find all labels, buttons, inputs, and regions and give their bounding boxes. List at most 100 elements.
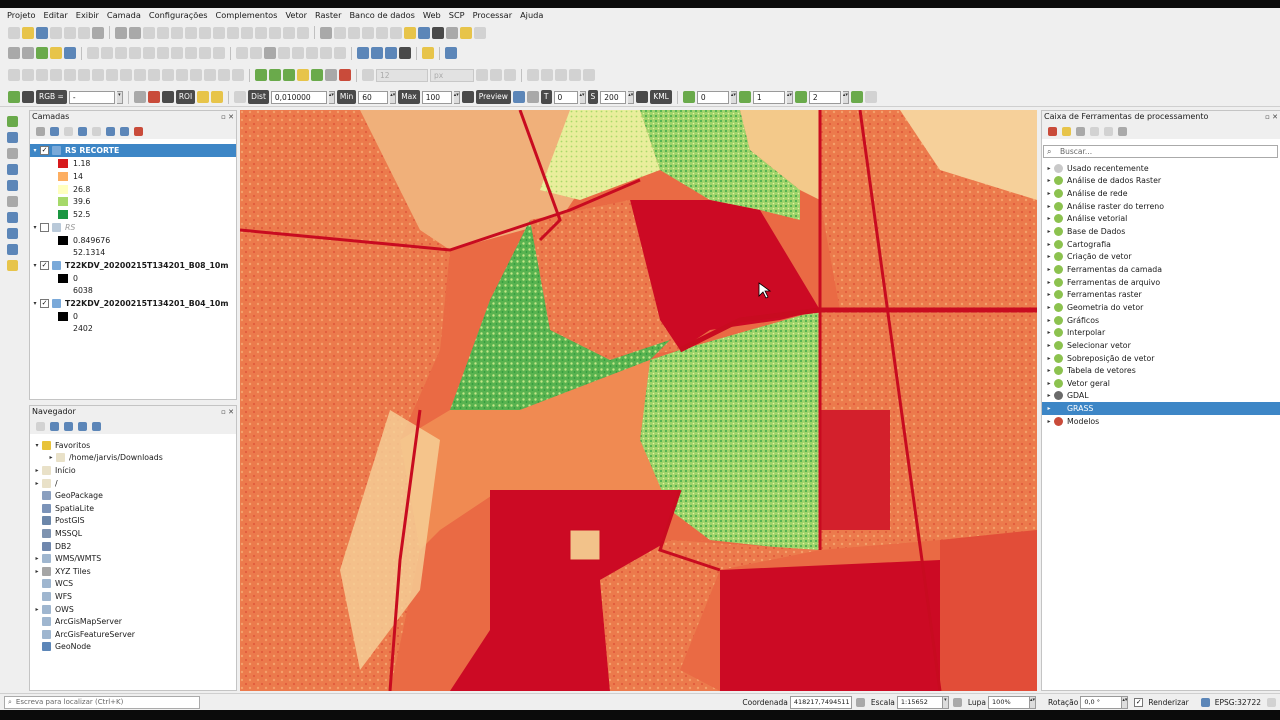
rgb-combo-arrow[interactable]: ▾ — [116, 90, 123, 104]
expand-arrow-icon[interactable]: ▸ — [1044, 392, 1054, 399]
collapse-all-icon[interactable] — [78, 421, 87, 431]
band-set-spin-1[interactable]: ▴▾ — [730, 90, 737, 104]
add-part-icon[interactable] — [106, 69, 118, 81]
add-group-icon[interactable] — [50, 126, 59, 136]
map-canvas[interactable] — [240, 110, 1037, 691]
add-wcs-icon[interactable] — [7, 228, 18, 239]
rotate-point-icon[interactable] — [232, 69, 244, 81]
toolbox-item[interactable]: ▸ Ferramentas da camada — [1042, 263, 1280, 276]
expand-arrow-icon[interactable]: ▸ — [1044, 177, 1054, 184]
toolbox-item[interactable]: ▸ Criação de vetor — [1042, 251, 1280, 264]
options-wrench-icon[interactable] — [1118, 126, 1127, 136]
vertex-tool-icon[interactable] — [129, 47, 141, 59]
add-wfs-icon[interactable] — [7, 244, 18, 255]
add-vector-layer-icon[interactable] — [7, 116, 18, 127]
settings-gear-icon[interactable] — [418, 26, 430, 39]
expand-arrow-icon[interactable]: ▸ — [1044, 266, 1054, 273]
size-input[interactable]: 200 — [600, 90, 627, 104]
toolbox-item[interactable]: ▸ Base de Dados — [1042, 225, 1280, 238]
split-features-icon[interactable] — [190, 69, 202, 81]
browser-item[interactable]: ▾ Favoritos — [30, 439, 236, 452]
toolbox-item[interactable]: ▸ Cartografia — [1042, 238, 1280, 251]
zoom-out-icon[interactable] — [157, 26, 169, 39]
edit-in-place-icon[interactable] — [1104, 126, 1113, 136]
roi-polygon-icon[interactable] — [211, 91, 224, 103]
toolbox-item[interactable]: ▸ GRASS — [1042, 402, 1280, 415]
delete-ring-icon[interactable] — [134, 69, 146, 81]
collapse-all-icon[interactable] — [120, 126, 129, 136]
browser-item[interactable]: SpatiaLite — [30, 502, 236, 515]
band-set-next-icon-3[interactable] — [850, 91, 863, 103]
expand-arrow-icon[interactable]: ▸ — [1044, 355, 1054, 362]
band-set-icon[interactable] — [682, 91, 695, 103]
field-calculator-icon[interactable] — [390, 26, 402, 39]
data-source-manager-icon[interactable] — [8, 47, 20, 59]
advanced-digitizing-icon[interactable] — [8, 69, 20, 81]
magnifier-field[interactable]: 100% — [988, 695, 1031, 709]
layer-b04[interactable]: ▾ ✓ T22KDV_20200215T134201_B04_10m — [30, 297, 236, 310]
help-icon[interactable] — [445, 47, 457, 59]
expand-arrow-icon[interactable]: ▸ — [1044, 418, 1054, 425]
toolbox-item[interactable]: ▸ Análise de dados Raster — [1042, 175, 1280, 188]
menu-complementos[interactable]: Complementos — [212, 10, 282, 20]
menu-exibir[interactable]: Exibir — [72, 10, 103, 20]
rotation-field[interactable]: 0,0 ° — [1080, 695, 1123, 709]
cut-features-icon[interactable] — [157, 47, 169, 59]
snap-centroid-icon[interactable] — [311, 69, 323, 81]
max-spin[interactable]: ▴▾ — [453, 90, 460, 104]
layout-manager-icon[interactable] — [78, 26, 90, 39]
trace-icon[interactable] — [504, 69, 516, 81]
dist-input[interactable]: 0,010000 — [270, 90, 327, 104]
paste-features-icon[interactable] — [185, 47, 197, 59]
transparency-spin[interactable]: ▴▾ — [579, 90, 586, 104]
band-set-input-3[interactable]: 2 — [808, 90, 841, 104]
crs-globe-icon[interactable] — [1200, 697, 1210, 707]
add-spatialite-icon[interactable] — [7, 164, 18, 175]
rotate-label-icon[interactable] — [306, 47, 318, 59]
pan-to-selection-icon[interactable] — [129, 26, 141, 39]
expand-arrow-icon[interactable]: ▸ — [1044, 317, 1054, 324]
shape-circle-icon[interactable] — [527, 69, 539, 81]
toolbox-item[interactable]: ▸ Modelos — [1042, 415, 1280, 428]
remove-temp-files-icon[interactable] — [636, 91, 649, 103]
snap-segment-icon[interactable] — [269, 69, 281, 81]
toolbox-item[interactable]: ▸ Vetor geral — [1042, 377, 1280, 390]
browser-item[interactable]: ▸ OWS — [30, 603, 236, 616]
expand-arrow-icon[interactable]: ▸ — [1044, 405, 1054, 412]
magnifier-spin[interactable]: ▴▾ — [1030, 695, 1037, 709]
band-set-input-2[interactable]: 1 — [752, 90, 785, 104]
transparency-input[interactable]: 0 — [553, 90, 578, 104]
add-virtual-layer-icon[interactable] — [7, 260, 18, 271]
scale-dropdown[interactable]: ▾ — [942, 695, 949, 709]
python-console-icon[interactable] — [357, 47, 369, 59]
toolbox-item[interactable]: ▸ Gráficos — [1042, 314, 1280, 327]
select-value-icon[interactable] — [362, 26, 374, 39]
scp-extra-icon[interactable] — [864, 91, 877, 103]
collapse-arrow-icon[interactable]: ▾ — [30, 300, 40, 307]
zoom-preview-icon[interactable] — [461, 91, 474, 103]
tolerance-icon[interactable] — [362, 69, 374, 81]
delete-part-icon[interactable] — [148, 69, 160, 81]
expand-arrow-icon[interactable]: ▸ — [1044, 367, 1054, 374]
expand-arrow-icon[interactable]: ▸ — [1044, 291, 1054, 298]
toolbox-item[interactable]: ▸ GDAL — [1042, 390, 1280, 403]
browser-item[interactable]: PostGIS — [30, 515, 236, 528]
expand-arrow-icon[interactable]: ▸ — [1044, 190, 1054, 197]
layer-visibility-checkbox[interactable]: ✓ — [40, 298, 49, 308]
new-layer-icon[interactable] — [22, 47, 34, 59]
refresh-icon[interactable] — [50, 421, 59, 431]
add-mesh-icon[interactable] — [7, 196, 18, 207]
preview-pointer-icon[interactable] — [512, 91, 525, 103]
expand-arrow-icon[interactable]: ▸ — [1044, 279, 1054, 286]
menu-scp[interactable]: SCP — [445, 10, 469, 20]
collapse-arrow-icon[interactable]: ▾ — [30, 224, 40, 231]
info-icon[interactable] — [92, 421, 101, 431]
statistics-sigma-icon[interactable] — [432, 26, 444, 39]
scp-dock-icon[interactable] — [8, 91, 20, 103]
browser-item[interactable]: WCS — [30, 578, 236, 591]
expand-arrow-icon[interactable]: ▸ — [1044, 215, 1054, 222]
toolbox-search-input[interactable]: Buscar... — [1043, 145, 1278, 158]
browser-item[interactable]: ▸ WMS/WMTS — [30, 552, 236, 565]
browser-item[interactable]: ArcGisFeatureServer — [30, 628, 236, 641]
add-raster-icon[interactable] — [64, 47, 76, 59]
